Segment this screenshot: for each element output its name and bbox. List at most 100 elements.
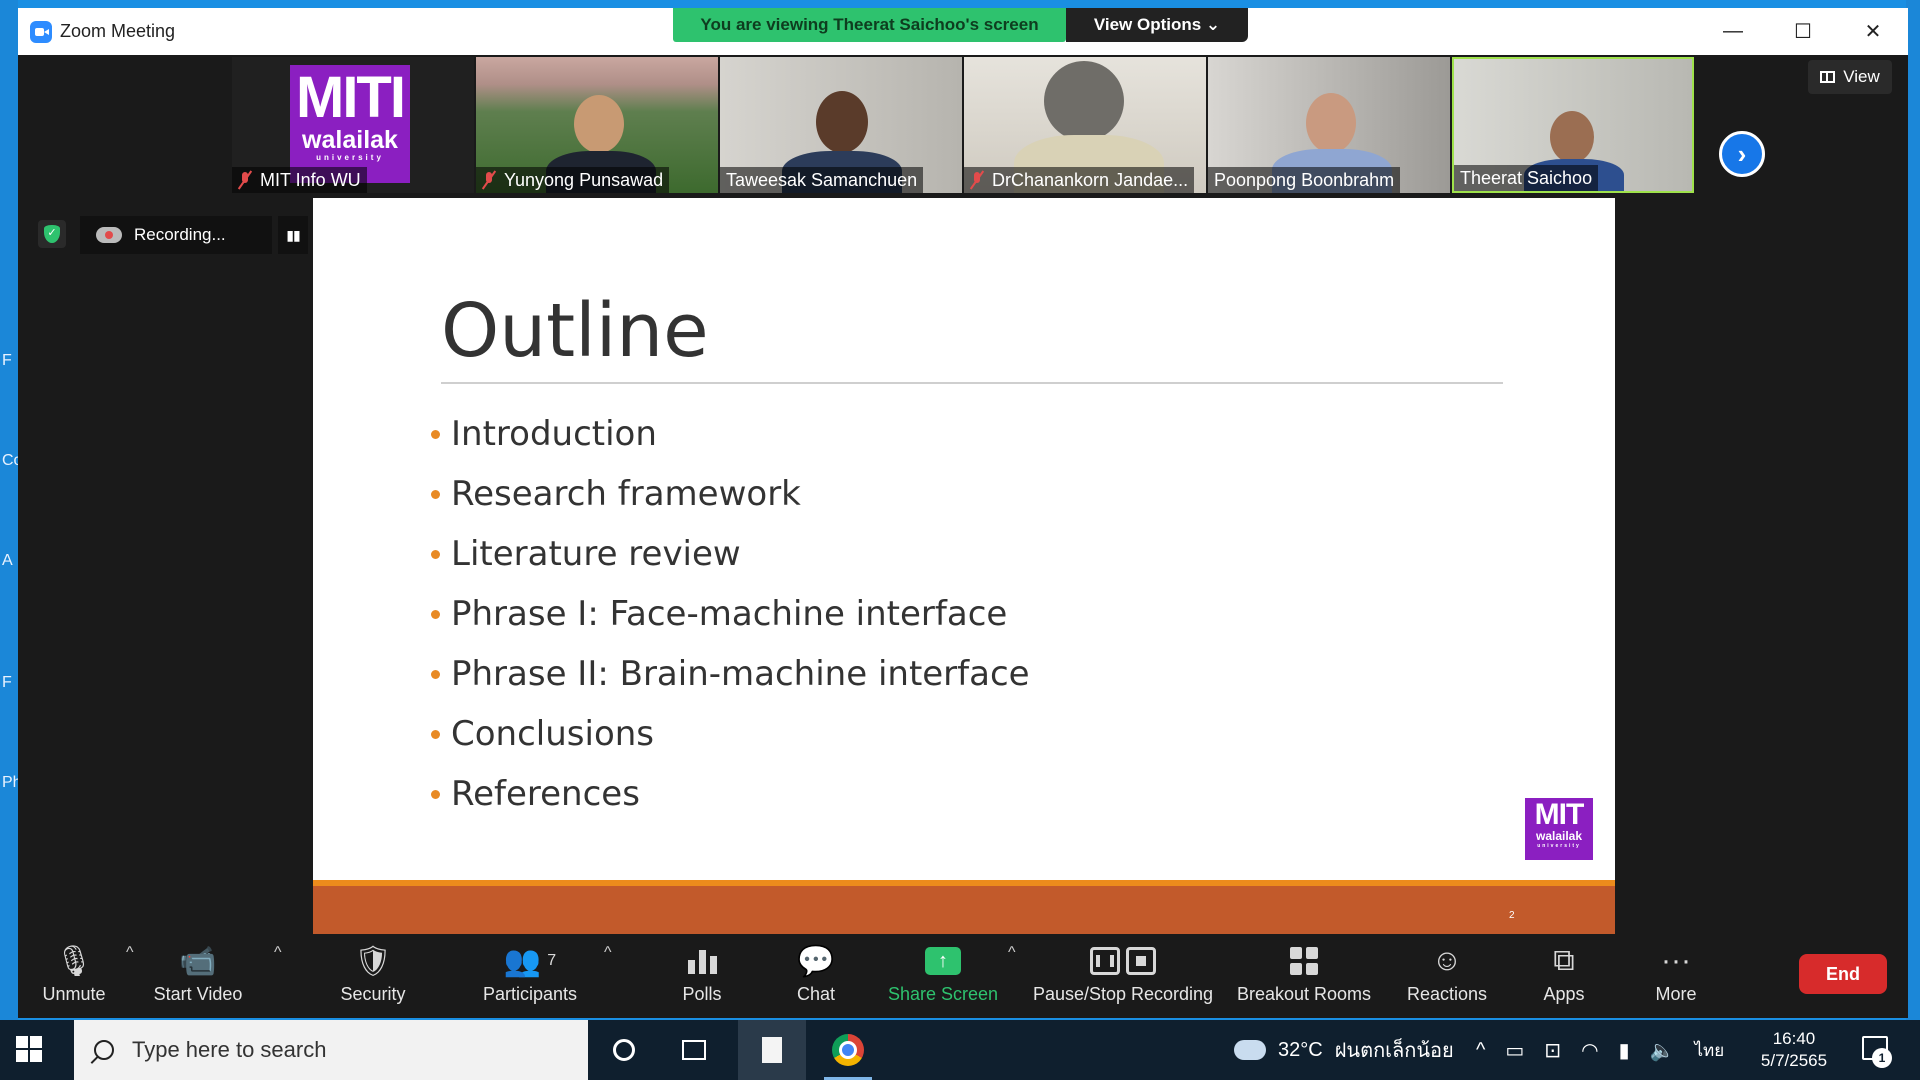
- slide-bullet-text: Conclusions: [451, 714, 655, 754]
- start-video-button[interactable]: 📹 Start Video: [148, 942, 248, 1005]
- maximize-button[interactable]: ☐: [1768, 8, 1838, 55]
- language-indicator[interactable]: ไทย: [1694, 1037, 1724, 1064]
- slide-title: Outline: [441, 288, 709, 374]
- search-icon: [94, 1040, 114, 1060]
- participant-name-tag: Poonpong Boonbrahm: [1208, 167, 1401, 193]
- slide-bullet: Phrase II: Brain-machine interface: [431, 644, 1030, 704]
- logo-text-big: MITI: [296, 65, 406, 130]
- participant-thumbnail[interactable]: MITI walailak university MIT Info WU: [232, 57, 474, 193]
- logo-text-tiny: university: [316, 153, 384, 162]
- participants-options-caret[interactable]: ^: [604, 944, 612, 962]
- search-placeholder: Type here to search: [132, 1037, 327, 1062]
- taskbar-clock[interactable]: 16:40 5/7/2565: [1742, 1028, 1846, 1072]
- microphone-icon[interactable]: ▮: [1619, 1038, 1630, 1063]
- shield-icon: 🛡: [353, 944, 393, 978]
- weather-widget[interactable]: 32°C ฝนตกเล็กน้อย: [1234, 1020, 1454, 1080]
- reactions-label: Reactions: [1406, 984, 1488, 1004]
- slide-bullet-text: Phrase II: Brain-machine interface: [451, 654, 1030, 694]
- chat-label: Chat: [796, 984, 836, 1004]
- zoom-window: Zoom Meeting — ☐ ✕ You are viewing Theer…: [18, 8, 1908, 1018]
- audio-options-caret[interactable]: ^: [126, 944, 134, 962]
- video-options-caret[interactable]: ^: [274, 944, 282, 962]
- desktop-icon-label: A: [2, 552, 13, 569]
- device-icon[interactable]: ⊡: [1544, 1038, 1561, 1063]
- breakout-rooms-button[interactable]: Breakout Rooms: [1234, 942, 1374, 1005]
- slide-page-number: 2: [1509, 910, 1515, 921]
- windows-taskbar: Type here to search 32°C ฝนตกเล็กน้อย ^ …: [0, 1020, 1920, 1080]
- view-button[interactable]: View: [1808, 60, 1892, 94]
- more-button[interactable]: ··· More: [1646, 942, 1706, 1005]
- bullet-dot-icon: [431, 609, 440, 619]
- participant-video-face: [816, 91, 868, 153]
- participant-thumbnail-active[interactable]: Theerat Saichoo: [1452, 57, 1694, 193]
- participant-name-tag: MIT Info WU: [232, 167, 367, 193]
- share-screen-label: Share Screen: [887, 984, 999, 1004]
- taskbar-app-chrome[interactable]: [816, 1020, 880, 1080]
- slide-logo-text-tiny: university: [1537, 843, 1581, 849]
- slide-bullet: Conclusions: [431, 704, 1030, 764]
- slide-bullet-text: Phrase I: Face-machine interface: [451, 594, 1008, 634]
- desktop-icon-label: F: [2, 674, 12, 691]
- bullet-dot-icon: [431, 549, 440, 559]
- share-options-caret[interactable]: ^: [1008, 944, 1016, 962]
- participant-thumbnail[interactable]: Yunyong Punsawad: [476, 57, 718, 193]
- unmute-button[interactable]: 🎙 Unmute: [42, 942, 105, 1005]
- slide-logo-text-big: MIT: [1534, 798, 1585, 831]
- zoom-logo-icon: [30, 21, 52, 43]
- breakout-rooms-label: Breakout Rooms: [1236, 984, 1372, 1004]
- taskbar-search-box[interactable]: Type here to search: [74, 1020, 588, 1080]
- slide-bullet-text: Research framework: [451, 474, 801, 514]
- participants-button[interactable]: 👥 7 Participants: [480, 942, 580, 1005]
- apps-button[interactable]: ⧉ Apps: [1534, 942, 1594, 1005]
- desktop-background-right: [1906, 0, 1920, 1020]
- taskbar-app-document[interactable]: [738, 1020, 806, 1080]
- participant-thumbnail[interactable]: Taweesak Samanchuen: [720, 57, 962, 193]
- volume-icon[interactable]: 🔈: [1650, 1038, 1675, 1063]
- clock-time: 16:40: [1772, 1029, 1816, 1048]
- participant-video-face: [1550, 111, 1594, 163]
- chrome-icon: [832, 1034, 864, 1066]
- clock-date: 5/7/2565: [1760, 1051, 1828, 1070]
- battery-icon[interactable]: ▭: [1505, 1038, 1524, 1063]
- polls-button[interactable]: Polls: [672, 942, 732, 1005]
- polls-chart-icon: [687, 942, 717, 980]
- chat-button[interactable]: 💬 Chat: [786, 942, 846, 1005]
- security-label: Security: [340, 984, 406, 1004]
- participants-count: 7: [547, 952, 557, 969]
- close-button[interactable]: ✕: [1838, 8, 1908, 55]
- participant-video-face: [1306, 93, 1356, 153]
- apps-icon: ⧉: [1553, 944, 1575, 977]
- encryption-badge[interactable]: ✓: [38, 220, 66, 248]
- end-meeting-button[interactable]: End: [1799, 954, 1887, 994]
- slide-bullet: Literature review: [431, 524, 1030, 584]
- logo-text-small: walailak: [302, 126, 398, 154]
- windows-start-icon[interactable]: [16, 1036, 42, 1062]
- tray-chevron-icon[interactable]: ^: [1476, 1039, 1485, 1062]
- start-video-label: Start Video: [153, 984, 243, 1004]
- apps-label: Apps: [1543, 984, 1585, 1004]
- view-button-label: View: [1843, 67, 1880, 86]
- cortana-button[interactable]: [596, 1020, 652, 1080]
- wifi-icon[interactable]: ◠: [1581, 1038, 1598, 1063]
- task-view-button[interactable]: [666, 1020, 722, 1080]
- slide-bullet-list: Introduction Research framework Literatu…: [431, 404, 1030, 824]
- minimize-button[interactable]: —: [1698, 8, 1768, 55]
- next-page-button[interactable]: ›: [1719, 131, 1765, 177]
- participants-icon: 👥 7: [503, 944, 557, 978]
- slide-bullet: Introduction: [431, 404, 1030, 464]
- participant-thumbnail[interactable]: Poonpong Boonbrahm: [1208, 57, 1450, 193]
- slide-bullet-text: Literature review: [451, 534, 741, 574]
- cortana-icon: [613, 1039, 635, 1061]
- participant-name: Poonpong Boonbrahm: [1214, 169, 1395, 190]
- participant-thumbnail[interactable]: DrChanankorn Jandae...: [964, 57, 1206, 193]
- security-button[interactable]: 🛡 Security: [338, 942, 408, 1005]
- pause-stop-recording-button[interactable]: Pause/Stop Recording: [1032, 942, 1214, 1005]
- pause-recording-button[interactable]: ▮▮: [278, 216, 308, 254]
- view-options-button[interactable]: View Options ⌄: [1066, 8, 1248, 42]
- ellipsis-icon: ···: [1661, 944, 1691, 977]
- slide-footer-bar: [313, 886, 1615, 934]
- muted-mic-icon: 🎙: [54, 944, 94, 978]
- share-screen-button[interactable]: ↑ Share Screen: [888, 942, 998, 1005]
- reactions-button[interactable]: ☺ Reactions: [1402, 942, 1492, 1005]
- bullet-dot-icon: [431, 729, 440, 739]
